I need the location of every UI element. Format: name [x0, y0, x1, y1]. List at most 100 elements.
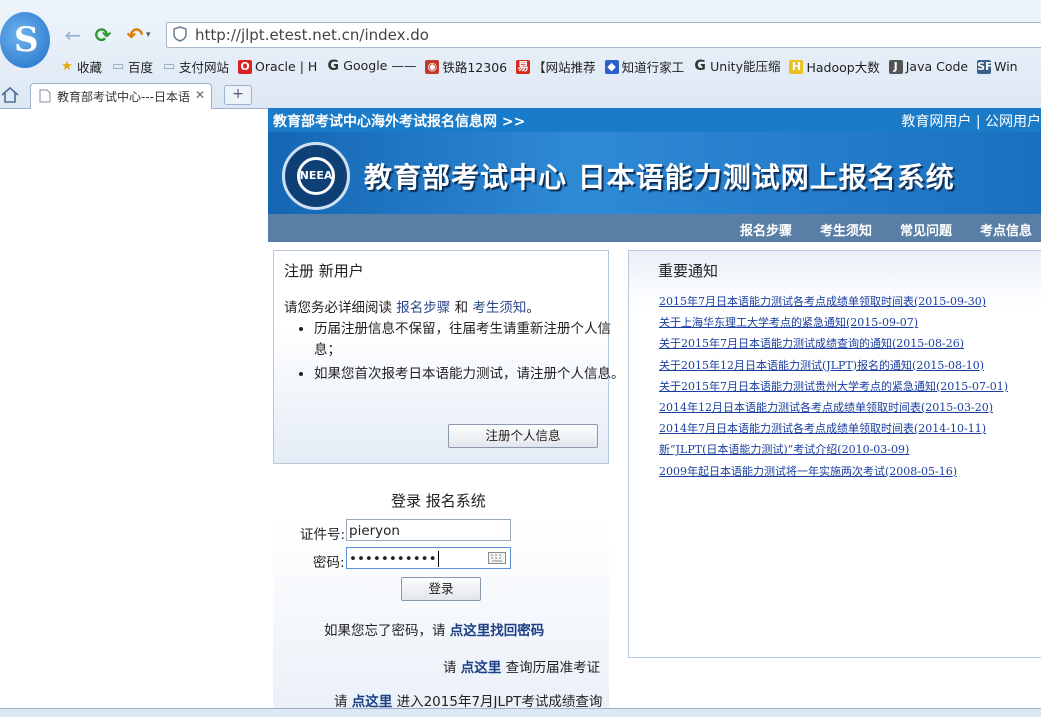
new-tab-button[interactable]: + — [224, 85, 252, 105]
register-heading: 注册 新用户 — [284, 262, 364, 280]
bookmark-item[interactable]: SF Win — [977, 59, 1018, 74]
bookmark-label: 【网站推荐 — [533, 60, 596, 75]
bookmark-item[interactable]: ▭ 百度 — [111, 57, 153, 76]
password-mask: ••••••••••• — [349, 551, 437, 567]
notice-link[interactable]: 新“JLPT(日本语能力测试)”考试介绍(2010-03-09) — [659, 443, 909, 456]
list-item: 如果您首次报考日本语能力测试，请注册个人信息。 — [314, 364, 634, 385]
bookmark-label: Oracle | H — [255, 59, 318, 74]
menu-item-notice[interactable]: 考生须知 — [820, 220, 872, 239]
star-icon: ★ — [61, 58, 73, 74]
sf-icon: SF — [977, 59, 993, 74]
notice-list: 2015年7月日本语能力测试各考点成绩单领取时间表(2015-09-30) 关于… — [659, 293, 1008, 484]
login-button[interactable]: 登录 — [401, 577, 481, 601]
password-label: 密码: — [313, 555, 345, 571]
history-ticket-link[interactable]: 点这里 — [461, 660, 502, 676]
score-query-line: 请 点这里 进入2015年7月JLPT考试成绩查询 — [334, 690, 602, 710]
bookmark-item[interactable]: O Oracle | H — [238, 59, 317, 74]
register-notes: 历届注册信息不保留，往届考生请重新注册个人信息； 如果您首次报考日本语能力测试，… — [284, 319, 634, 388]
intro-text: 请您务必详细阅读 — [284, 300, 397, 316]
tab-title: 教育部考试中心---日本语 — [57, 90, 190, 104]
menu-item-sites[interactable]: 考点信息 — [980, 220, 1032, 239]
list-item: 关于2015年7月日本语能力测试贵州大学考点的紧急通知(2015-07-01) — [659, 378, 1008, 399]
notice-link[interactable]: 2009年起日本语能力测试将一年实施两次考试(2008-05-16) — [659, 465, 957, 478]
address-bar[interactable]: http://jlpt.etest.net.cn/index.do — [166, 22, 1041, 48]
bookmark-label: Unity能压缩 — [710, 59, 781, 74]
bookmark-item[interactable]: ◆ 知道行家工 — [604, 57, 684, 76]
google-icon: G — [694, 57, 706, 74]
baidu-icon: ◆ — [604, 59, 619, 74]
google-icon: G — [327, 57, 340, 74]
bookmark-label: 收藏 — [77, 60, 103, 75]
browser-tab[interactable]: 教育部考试中心---日本语 ✕ — [30, 83, 212, 109]
undo-icon[interactable]: ↶ — [124, 24, 146, 46]
bookmark-label: 支付网站 — [179, 60, 230, 75]
overseas-exam-link[interactable]: 教育部考试中心海外考试报名信息网 >> — [273, 111, 525, 131]
bookmark-item[interactable]: G Unity能压缩 — [693, 56, 780, 75]
list-item: 2009年起日本语能力测试将一年实施两次考试(2008-05-16) — [659, 463, 1008, 484]
notice-link[interactable]: 关于上海华东理工大学考点的紧急通知(2015-09-07) — [659, 316, 918, 329]
site-icon: 易 — [516, 59, 531, 74]
bookmarks-bar: ★ 收藏 ▭ 百度 ▭ 支付网站 O Oracle | H G Google —— ◉ 铁路12306… — [60, 56, 1027, 76]
notice-link[interactable]: 关于2015年7月日本语能力测试贵州大学考点的紧急通知(2015-07-01) — [659, 380, 1008, 393]
notice-link[interactable]: 2014年12月日本语能力测试各考点成绩单领取时间表(2015-03-20) — [659, 401, 993, 414]
password-input[interactable]: ••••••••••• — [346, 547, 511, 569]
keyboard-icon[interactable] — [488, 552, 506, 564]
oracle-icon: O — [238, 59, 253, 74]
banner-title: 教育部考试中心 日本语能力测试网上报名系统 — [364, 161, 955, 194]
notice-link[interactable]: 考生须知 — [472, 300, 526, 316]
list-item: 关于2015年12月日本语能力测试(JLPT)报名的通知(2015-08-10) — [659, 357, 1008, 378]
forgot-text: 如果您忘了密码，请 — [324, 623, 450, 639]
id-number-input[interactable]: pieryon — [346, 519, 511, 541]
login-heading: 登录 报名系统 — [391, 492, 486, 510]
bookmark-label: 百度 — [128, 60, 154, 75]
bookmark-label: 铁路12306 — [442, 60, 508, 75]
history-ticket-line: 请 点这里 查询历届准考证 — [443, 656, 600, 676]
bookmark-item[interactable]: 易【网站推荐 — [516, 57, 596, 76]
menu-item-steps[interactable]: 报名步骤 — [740, 220, 792, 239]
bookmark-label: Win — [994, 59, 1018, 74]
url-text: http://jlpt.etest.net.cn/index.do — [195, 26, 429, 44]
list-item: 2015年7月日本语能力测试各考点成绩单领取时间表(2015-09-30) — [659, 293, 1008, 314]
forgot-password-link[interactable]: 点这里找回密码 — [450, 623, 545, 639]
emblem-text: NEEA — [299, 169, 333, 182]
bookmark-item[interactable]: ★ 收藏 — [60, 57, 102, 76]
list-item: 关于2015年7月日本语能力测试成绩查询的通知(2015-08-26) — [659, 335, 1008, 356]
notice-link[interactable]: 关于2015年12月日本语能力测试(JLPT)报名的通知(2015-08-10) — [659, 359, 984, 372]
notice-link[interactable]: 关于2015年7月日本语能力测试成绩查询的通知(2015-08-26) — [659, 337, 964, 350]
bookmark-item[interactable]: ◉ 铁路12306 — [425, 57, 507, 76]
bookmark-label: Java Code — [905, 59, 969, 74]
register-button[interactable]: 注册个人信息 — [448, 424, 598, 448]
steps-link[interactable]: 报名步骤 — [396, 300, 450, 316]
hadoop-icon: H — [789, 59, 804, 74]
notice-heading: 重要通知 — [658, 262, 719, 280]
list-item: 关于上海华东理工大学考点的紧急通知(2015-09-07) — [659, 314, 1008, 335]
notice-link[interactable]: 2014年7月日本语能力测试各考点成绩单领取时间表(2014-10-11) — [659, 422, 986, 435]
browser-logo-icon[interactable] — [0, 12, 50, 68]
list-item: 历届注册信息不保留，往届考生请重新注册个人信息； — [314, 319, 634, 361]
close-icon[interactable]: ✕ — [195, 88, 205, 102]
notice-link[interactable]: 2015年7月日本语能力测试各考点成绩单领取时间表(2015-09-30) — [659, 295, 986, 308]
java-icon: J — [888, 59, 903, 74]
undo-dropdown-icon[interactable]: ▾ — [146, 30, 151, 40]
network-user-links[interactable]: 教育网用户 | 公网用户 — [901, 111, 1041, 131]
site-banner: NEEA 教育部考试中心 日本语能力测试网上报名系统 — [268, 132, 1041, 214]
bookmark-item[interactable]: J Java Code — [888, 59, 969, 74]
bookmark-item[interactable]: G Google —— — [326, 57, 417, 74]
site-menu: 报名步骤 考生须知 常见问题 考点信息 — [268, 214, 1041, 242]
folder-icon: ▭ — [162, 58, 176, 74]
bookmark-item[interactable]: ▭ 支付网站 — [162, 57, 229, 76]
page-icon — [39, 89, 51, 103]
bookmark-label: Google —— — [343, 58, 417, 73]
back-arrow-icon[interactable]: ← — [62, 24, 84, 46]
intro-text: 。 — [526, 300, 540, 316]
refresh-icon[interactable]: ⟳ — [92, 24, 114, 46]
home-icon[interactable] — [0, 85, 20, 105]
list-item: 新“JLPT(日本语能力测试)”考试介绍(2010-03-09) — [659, 441, 1008, 462]
register-intro: 请您务必详细阅读 报名步骤 和 考生须知。 — [284, 296, 540, 316]
forgot-password-line: 如果您忘了密码，请 点这里找回密码 — [324, 619, 544, 639]
folder-icon: ▭ — [111, 58, 125, 74]
menu-item-faq[interactable]: 常见问题 — [900, 220, 952, 239]
notice-panel: 重要通知 2015年7月日本语能力测试各考点成绩单领取时间表(2015-09-3… — [628, 250, 1041, 658]
bookmark-item[interactable]: H Hadoop大数 — [789, 57, 880, 76]
history-text: 查询历届准考证 — [501, 660, 601, 676]
